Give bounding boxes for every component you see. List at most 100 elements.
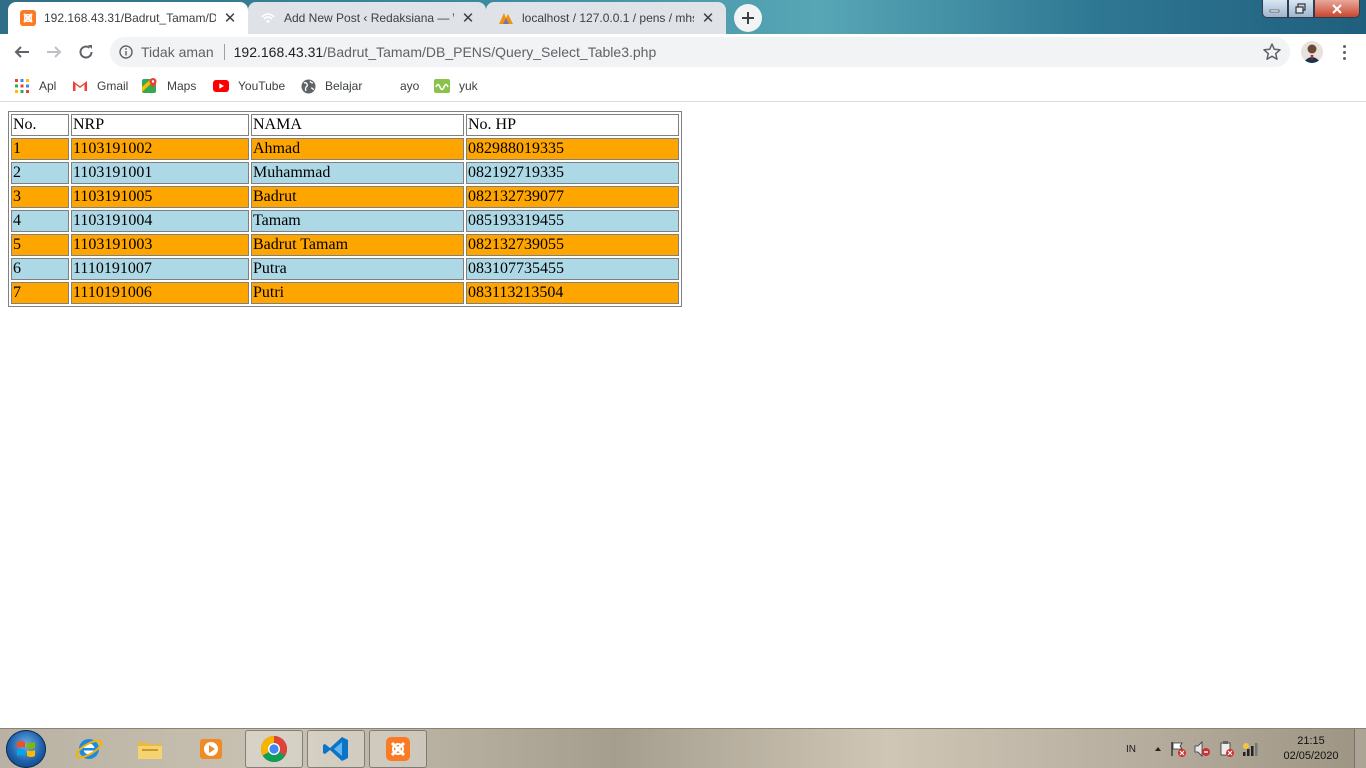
forward-button[interactable] — [40, 38, 68, 66]
minimize-button[interactable] — [1262, 0, 1288, 18]
tab-title: localhost / 127.0.0.1 / pens / mhs — [522, 11, 694, 25]
table-row: 6 1110191007 Putra 083107735455 — [11, 258, 679, 280]
start-button[interactable] — [6, 730, 46, 768]
show-hidden-icons-icon[interactable] — [1153, 744, 1163, 754]
tab-query-select[interactable]: 192.168.43.31/Badrut_Tamam/DB_PENS/Query… — [8, 2, 248, 34]
url-path: /Badrut_Tamam/DB_PENS/Query_Select_Table… — [323, 44, 657, 60]
menu-button[interactable] — [1336, 40, 1352, 64]
close-icon[interactable]: ✕ — [460, 10, 476, 26]
table-cell: 3 — [11, 186, 69, 208]
table-cell: 082132739055 — [466, 234, 679, 256]
media-player-icon — [200, 739, 222, 759]
table-cell: Putra — [251, 258, 464, 280]
site-info-button[interactable]: Tidak aman — [110, 37, 214, 67]
student-table: No. NRP NAMA No. HP 1 1103191002 Ahmad 0829… — [8, 111, 682, 307]
bookmark-yuk[interactable]: yuk — [434, 76, 478, 96]
taskbar-internet-explorer[interactable] — [60, 730, 118, 768]
vscode-icon — [323, 737, 348, 761]
xampp-icon — [20, 10, 36, 26]
tab-title: Add New Post ‹ Redaksiana — WordPress — [284, 11, 454, 25]
table-cell: Muhammad — [251, 162, 464, 184]
new-tab-button[interactable] — [734, 4, 762, 32]
phpmyadmin-icon — [498, 10, 514, 26]
apps-grid-icon — [14, 78, 30, 94]
url-host: 192.168.43.31 — [233, 44, 324, 60]
globe-icon — [300, 78, 316, 94]
table-cell: 1110191006 — [71, 282, 249, 304]
chrome-icon — [260, 735, 288, 763]
url-text[interactable]: 192.168.43.31/Badrut_Tamam/DB_PENS/Query… — [234, 44, 657, 60]
table-cell: 1103191003 — [71, 234, 249, 256]
table-row: 3 1103191005 Badrut 082132739077 — [11, 186, 679, 208]
reload-button[interactable] — [72, 38, 100, 66]
address-bar[interactable]: Tidak aman 192.168.43.31/Badrut_Tamam/DB… — [110, 37, 1290, 67]
tab-strip: 192.168.43.31/Badrut_Tamam/DB_PENS/Query… — [0, 0, 1366, 34]
table-cell: 1 — [11, 138, 69, 160]
network-signal-icon[interactable] — [1241, 740, 1259, 758]
close-icon[interactable]: ✕ — [700, 10, 716, 26]
bookmark-label: Apl — [39, 79, 57, 93]
bookmark-label: Gmail — [97, 79, 129, 93]
window-controls — [1262, 0, 1360, 18]
bookmark-belajar[interactable]: Belajar — [300, 76, 362, 96]
tray-icons — [1153, 729, 1259, 768]
table-cell: 1110191007 — [71, 258, 249, 280]
arrow-right-icon — [47, 46, 62, 58]
taskbar-vscode[interactable] — [307, 730, 365, 768]
close-icon[interactable]: ✕ — [222, 10, 238, 26]
arrow-left-icon — [14, 46, 29, 58]
bookmark-apps[interactable]: Apl — [14, 76, 56, 96]
xampp-icon — [386, 737, 410, 761]
bookmark-ayo[interactable]: ayo — [400, 76, 419, 96]
taskbar-media-player[interactable] — [182, 730, 240, 768]
column-header: No. HP — [466, 114, 679, 136]
maps-icon — [142, 78, 158, 94]
table-row: 2 1103191001 Muhammad 082192719335 — [11, 162, 679, 184]
action-center-flag-icon[interactable] — [1169, 740, 1187, 758]
tab-phpmyadmin[interactable]: localhost / 127.0.0.1 / pens / mhs ✕ — [486, 2, 726, 34]
bookmark-maps[interactable]: Maps — [142, 76, 196, 96]
system-clock[interactable]: 21:15 02/05/2020 — [1276, 734, 1346, 764]
table-cell: Tamam — [251, 210, 464, 232]
profile-icon — [1301, 41, 1323, 63]
maximize-button[interactable] — [1288, 0, 1314, 18]
tab-add-new-post[interactable]: Add New Post ‹ Redaksiana — WordPress ✕ — [248, 2, 486, 34]
table-cell: 4 — [11, 210, 69, 232]
table-row: 4 1103191004 Tamam 085193319455 — [11, 210, 679, 232]
taskbar-xampp[interactable] — [369, 730, 427, 768]
table-row: 7 1110191006 Putri 083113213504 — [11, 282, 679, 304]
table-cell: 7 — [11, 282, 69, 304]
bookmark-star-button[interactable] — [1262, 42, 1282, 62]
windows-taskbar: IN 21:15 02/05/2020 — [0, 728, 1366, 768]
taskbar-chrome[interactable] — [245, 730, 303, 768]
bookmark-gmail[interactable]: Gmail — [72, 76, 128, 96]
bookmark-label: YouTube — [238, 79, 286, 93]
language-indicator[interactable]: IN — [1126, 744, 1136, 755]
table-cell: 6 — [11, 258, 69, 280]
close-window-button[interactable] — [1314, 0, 1360, 18]
table-cell: Putri — [251, 282, 464, 304]
table-cell: 2 — [11, 162, 69, 184]
back-button[interactable] — [8, 38, 36, 66]
table-row: 1 1103191002 Ahmad 082988019335 — [11, 138, 679, 160]
bookmark-label: ayo — [400, 79, 420, 93]
globe-icon — [260, 10, 276, 26]
page-content: No. NRP NAMA No. HP 1 1103191002 Ahmad 0829… — [0, 103, 1366, 728]
show-desktop-button[interactable] — [1354, 729, 1366, 768]
bookmark-label: Maps — [167, 79, 197, 93]
column-header: NAMA — [251, 114, 464, 136]
windows-logo-icon — [17, 741, 35, 757]
table-row: 5 1103191003 Badrut Tamam 082132739055 — [11, 234, 679, 256]
column-header: No. — [11, 114, 69, 136]
profile-avatar[interactable] — [1301, 41, 1323, 63]
usb-device-icon[interactable] — [1217, 740, 1235, 758]
table-cell: 082988019335 — [466, 138, 679, 160]
wave-icon — [434, 78, 450, 94]
volume-muted-icon[interactable] — [1193, 740, 1211, 758]
bookmark-youtube[interactable]: YouTube — [213, 76, 285, 96]
taskbar-file-explorer[interactable] — [121, 730, 179, 768]
table-cell: 1103191002 — [71, 138, 249, 160]
system-tray: IN — [1126, 729, 1136, 768]
table-cell: 082132739077 — [466, 186, 679, 208]
table-cell: 082192719335 — [466, 162, 679, 184]
